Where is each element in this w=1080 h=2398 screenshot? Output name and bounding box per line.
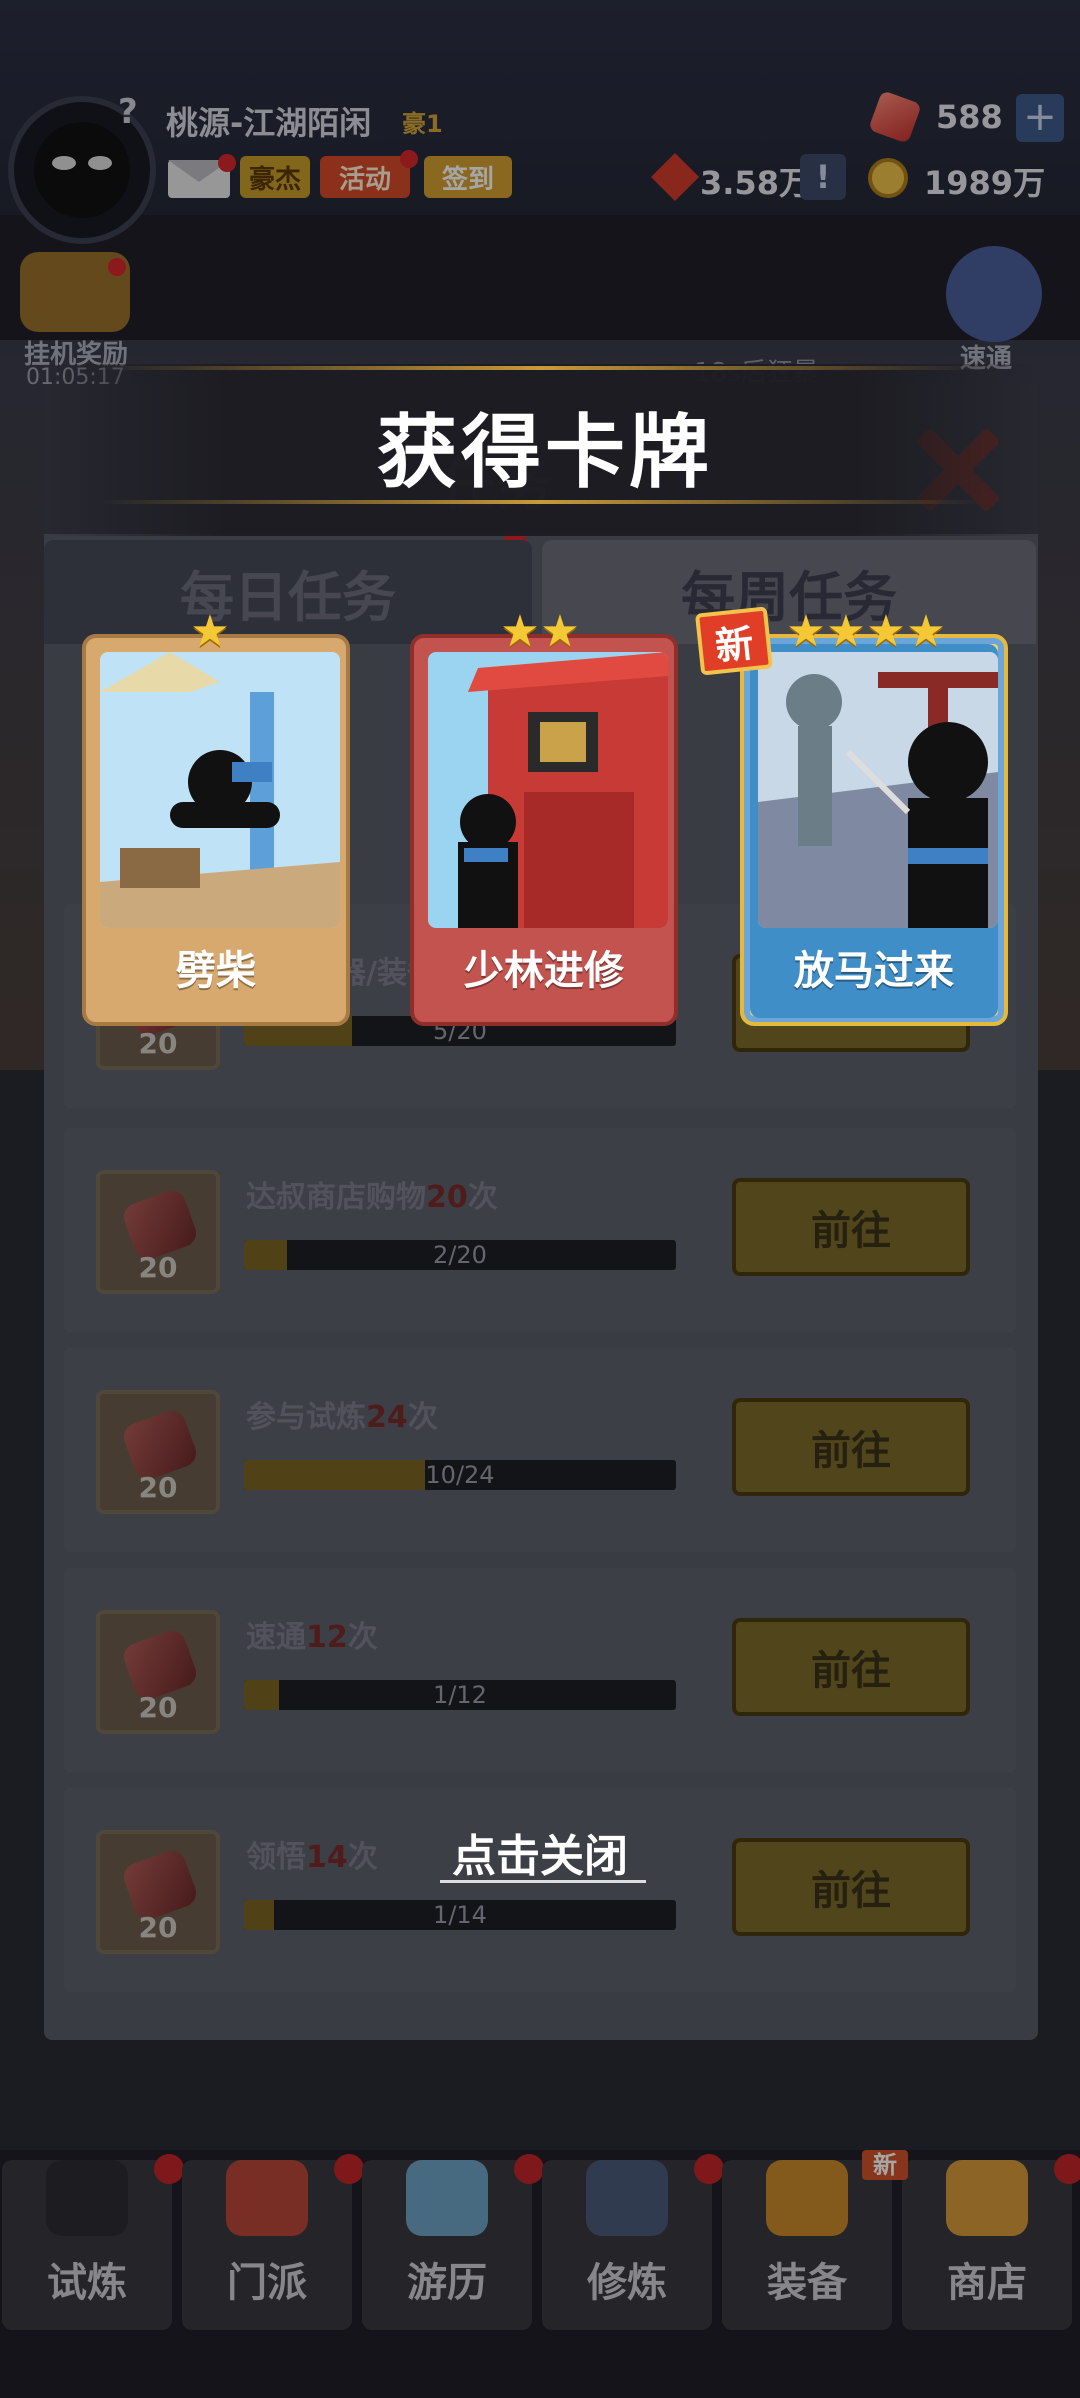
reward-card[interactable]: 少林进修 <box>410 634 678 1026</box>
star-icon: ★ <box>500 606 540 657</box>
star-icon: ★ <box>190 606 230 657</box>
reward-card[interactable]: 放马过来 <box>740 634 1008 1026</box>
star-icon: ★ <box>786 606 826 657</box>
star-icon: ★ <box>866 606 906 657</box>
card-art <box>100 652 340 928</box>
card-art <box>428 652 668 928</box>
card-name: 少林进修 <box>464 948 624 994</box>
tap-close-underline <box>440 1880 646 1883</box>
new-card-badge: 新 <box>694 606 774 676</box>
star-icon: ★ <box>826 606 866 657</box>
banner-divider <box>100 366 980 370</box>
star-icon: ★ <box>906 606 946 657</box>
card-reward-title: 获得卡牌 <box>377 406 713 499</box>
modal-backdrop[interactable] <box>0 0 1080 2398</box>
card-name: 放马过来 <box>794 948 954 994</box>
reward-card[interactable]: 劈柴 <box>82 634 350 1026</box>
star-icon: ★ <box>540 606 580 657</box>
tap-to-close[interactable]: 点击关闭 <box>0 1820 1080 1884</box>
card-art <box>758 652 998 928</box>
card-name: 劈柴 <box>176 948 256 994</box>
